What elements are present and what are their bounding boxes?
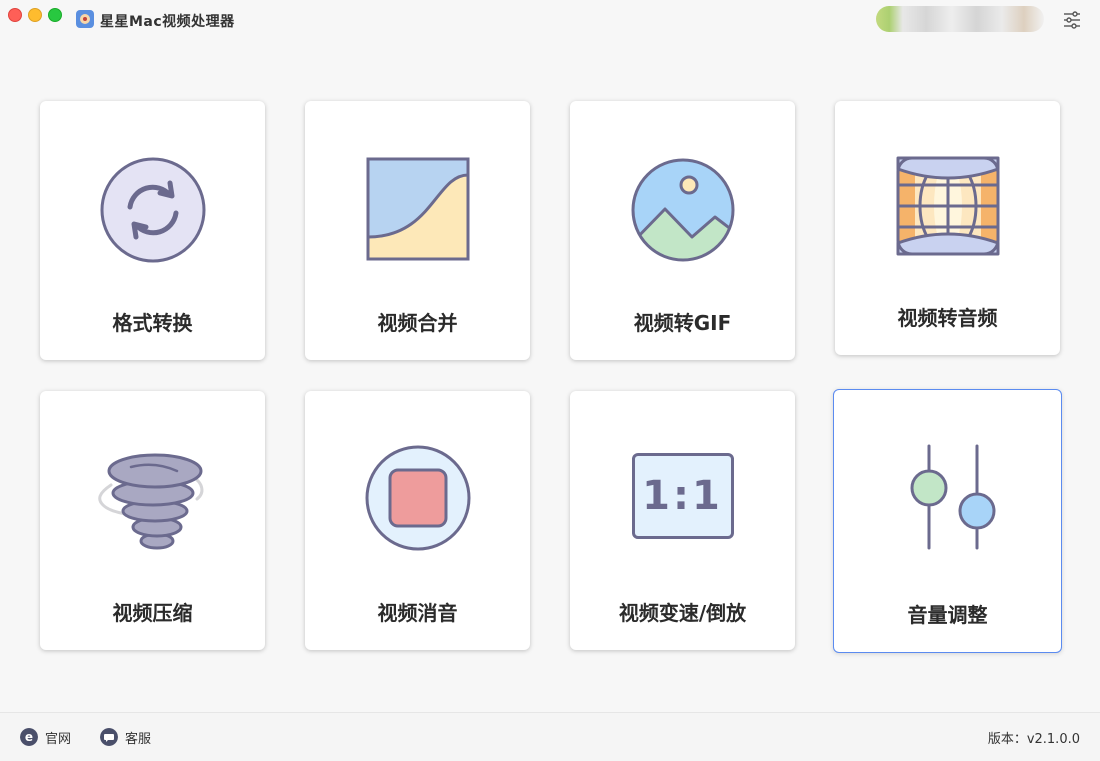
tool-card-video-speed-reverse[interactable]: 1:1 视频变速/倒放	[570, 391, 795, 650]
app-title: 星星Mac视频处理器	[100, 14, 235, 30]
chat-bubble-icon	[100, 728, 118, 746]
app-logo-icon	[76, 10, 94, 28]
website-link[interactable]: e 官网	[20, 727, 71, 747]
merge-image-icon	[366, 157, 469, 261]
footer-bar: e 官网 客服 版本：v2.1.0.0	[0, 712, 1100, 761]
tool-label: 音量调整	[907, 603, 988, 627]
browser-e-icon: e	[20, 728, 38, 746]
ratio-text: 1:1	[642, 473, 723, 519]
tool-label: 视频转GIF	[633, 311, 732, 335]
tool-label: 视频变速/倒放	[618, 601, 747, 625]
tool-label: 格式转换	[112, 311, 193, 335]
support-link[interactable]: 客服	[100, 727, 151, 747]
title-bar: 星星Mac视频处理器	[0, 0, 1100, 44]
maximize-window-button[interactable]	[48, 8, 62, 22]
tool-label: 视频消音	[377, 601, 458, 625]
sliders-volume-icon	[910, 444, 995, 550]
svg-text:e: e	[25, 730, 33, 744]
ratio-1-1-icon: 1:1	[631, 453, 734, 539]
support-label: 客服	[125, 731, 152, 747]
tornado-compress-icon	[97, 453, 203, 550]
version-text: 版本：v2.1.0.0	[987, 732, 1080, 747]
tool-card-video-to-gif[interactable]: 视频转GIF	[570, 101, 795, 360]
website-label: 官网	[45, 731, 72, 747]
tool-card-video-to-audio[interactable]: 视频转音频	[835, 101, 1060, 355]
close-window-button[interactable]	[8, 8, 22, 22]
user-account-avatar[interactable]	[876, 6, 1044, 32]
picture-circle-icon	[631, 158, 734, 262]
tool-card-video-merge[interactable]: 视频合并	[305, 101, 530, 360]
tool-card-video-compress[interactable]: 视频压缩	[40, 391, 265, 650]
tool-card-volume-adjust[interactable]: 音量调整	[833, 389, 1062, 653]
tool-card-format-convert[interactable]: 格式转换	[40, 101, 265, 360]
tool-label: 视频合并	[377, 311, 458, 335]
settings-sliders-icon[interactable]	[1063, 11, 1081, 29]
tool-card-video-mute[interactable]: 视频消音	[305, 391, 530, 650]
tool-label: 视频转音频	[897, 306, 998, 330]
globe-film-icon	[896, 156, 999, 256]
stop-mute-icon	[365, 445, 470, 551]
minimize-window-button[interactable]	[28, 8, 42, 22]
tool-label: 视频压缩	[112, 601, 193, 625]
convert-cycle-icon	[100, 157, 205, 263]
